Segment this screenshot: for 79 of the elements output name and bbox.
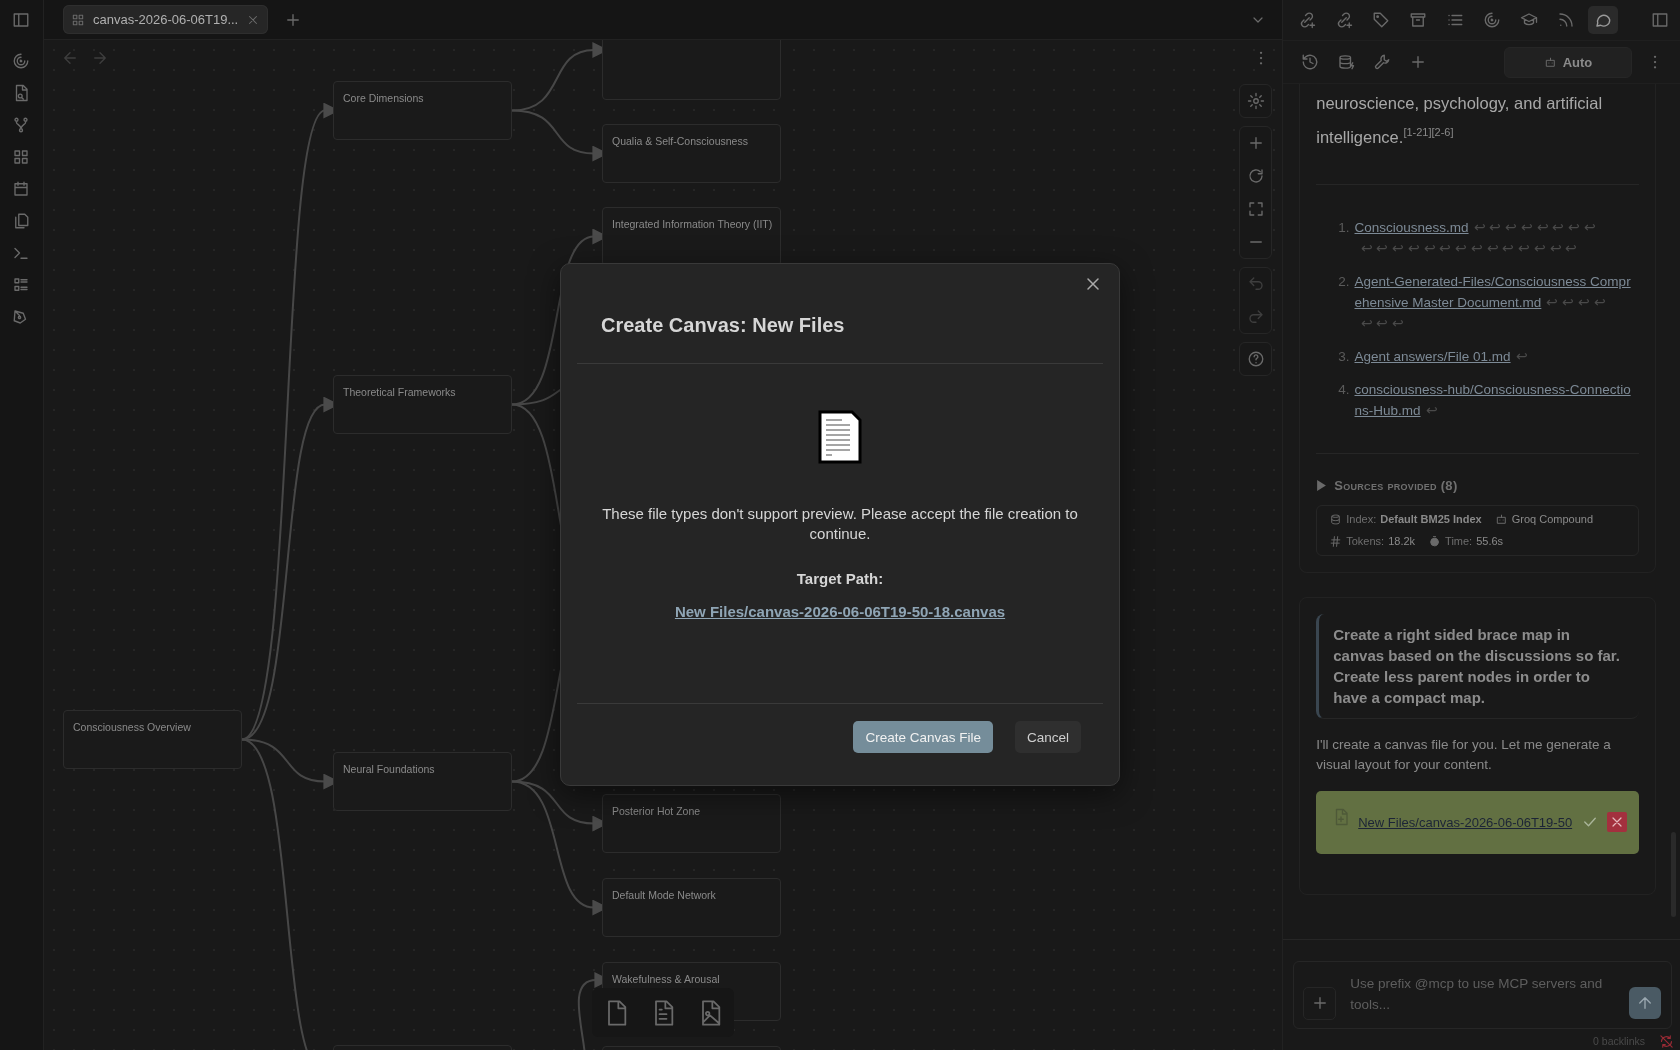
archive-icon[interactable] (1409, 11, 1428, 29)
meta-value: Groq Compound (1511, 513, 1593, 525)
file-link[interactable]: New Files/canvas-2026-06-06T19-50 (1358, 814, 1573, 830)
reset-icon[interactable] (1246, 167, 1265, 185)
swirl-icon[interactable] (1483, 11, 1502, 29)
wrench-icon[interactable] (1373, 53, 1392, 71)
canvas-node[interactable]: Core Dimensions (332, 81, 512, 140)
target-path-label: Target Path: (796, 570, 884, 587)
create-button[interactable]: Create Canvas File (853, 721, 993, 753)
add-button[interactable] (1303, 986, 1337, 1020)
canvas-node[interactable]: Neural Foundations (332, 752, 512, 811)
help-button[interactable] (1239, 342, 1273, 376)
settings-button[interactable] (1239, 84, 1273, 118)
reference-link[interactable]: Consciousness.md (1354, 216, 1469, 238)
fullscreen-icon[interactable] (1246, 200, 1265, 218)
list-number: 2. (1338, 272, 1350, 291)
meta-value: Default BM25 Index (1380, 513, 1482, 525)
dialog-title: Create Canvas: New Files (601, 314, 845, 337)
rss-icon[interactable] (1557, 11, 1576, 29)
link-plus-icon[interactable] (1298, 11, 1317, 29)
triangle-icon (1316, 479, 1328, 491)
link-plus-icon[interactable] (1335, 11, 1354, 29)
chat-input[interactable]: Use prefix @mcp to use MCP servers and tools... (1293, 961, 1672, 1029)
settings-icon (1246, 92, 1265, 110)
checklist-icon[interactable] (12, 276, 31, 294)
target-path-link[interactable]: New Files/canvas-2026-06-06T19-50-18.canvas (674, 603, 1006, 620)
reply-text: I'll create a canvas file for you. Let me generate a visual layout for your content. (1316, 735, 1612, 774)
grid-icon (70, 12, 85, 27)
tag-icon[interactable] (1372, 11, 1391, 29)
reference-link[interactable]: Agent answers/File 01.md (1354, 345, 1511, 367)
meta-value: 55.6s (1476, 535, 1504, 547)
canvas-node[interactable]: Consciousness Overview (62, 710, 242, 769)
canvas-node[interactable]: Default Mode Network (601, 878, 781, 937)
meta-label: Index: (1346, 513, 1377, 525)
bot-icon (1543, 55, 1557, 69)
database-icon[interactable] (1337, 53, 1356, 71)
list-number: 1. (1338, 218, 1350, 237)
meta-label: Time: (1445, 535, 1473, 547)
arrow-up-icon (1636, 994, 1654, 1012)
sources-toggle[interactable]: Sources provided (8) (1316, 477, 1639, 493)
reference-link[interactable]: consciousness-hub/Consciousness-Connectio (1354, 378, 1631, 400)
graph-icon[interactable] (12, 116, 31, 134)
file-tab[interactable]: canvas-2026-06-06T19... (62, 5, 269, 34)
meta-value: 18.2k (1388, 535, 1416, 547)
bot-icon (1494, 512, 1508, 526)
help-icon (1246, 350, 1265, 368)
calendar-icon[interactable] (12, 180, 31, 198)
reject-button[interactable] (1607, 812, 1627, 832)
sidebar-toggle-icon[interactable] (1651, 11, 1670, 29)
sidebar-toggle-icon[interactable] (12, 11, 31, 29)
chat-tab[interactable] (1588, 6, 1619, 34)
database-icon (1329, 512, 1343, 526)
list-number: 3. (1338, 347, 1350, 366)
history-icon[interactable] (1301, 53, 1320, 71)
cancel-button[interactable]: Cancel (1014, 721, 1081, 753)
grid-icon[interactable] (12, 148, 31, 166)
timer-icon (1428, 534, 1442, 548)
message-input[interactable]: Use prefix @mcp to use MCP servers and tools... (1350, 973, 1615, 1017)
document-icon (818, 410, 862, 464)
answer-text: neuroscience, psychology, and artificial intelligence.$^{[1-21][2-6]}$ (1316, 93, 1604, 148)
canvas-node[interactable]: Integrated Information Theory (IIT) (601, 207, 781, 266)
user-message: Create a right sided brace map in canvas based on the discussions so far. Create less parent nodes in order to have a compact map. (1316, 613, 1639, 719)
sync-off-icon[interactable] (1659, 1033, 1674, 1049)
canvas-node[interactable]: Theoretical Frameworks (332, 375, 512, 434)
tab-title: canvas-2026-06-06T19... (92, 12, 239, 27)
canvas-node[interactable]: Qualia & Self-Consciousness (601, 124, 781, 183)
hash-icon (1329, 534, 1343, 548)
reference-link[interactable]: ehensive Master Document.md (1354, 291, 1542, 313)
canvas-node[interactable]: Posterior Hot Zone (601, 794, 781, 853)
dialog-message: These file types don't support preview. Please accept the file creation to continue. (601, 504, 1079, 544)
mode-button[interactable]: Auto (1504, 46, 1632, 78)
reference-link[interactable]: Agent-Generated-Files/Consciousness Compr (1354, 270, 1631, 292)
swirl-icon[interactable] (12, 52, 31, 70)
copy-icon[interactable] (12, 212, 31, 230)
list-number: 4. (1338, 380, 1350, 399)
send-button[interactable] (1629, 987, 1661, 1019)
meta-label: Tokens: (1346, 535, 1385, 547)
reference-link[interactable]: ns-Hub.md (1354, 399, 1421, 421)
canvas-node[interactable] (601, 40, 781, 100)
